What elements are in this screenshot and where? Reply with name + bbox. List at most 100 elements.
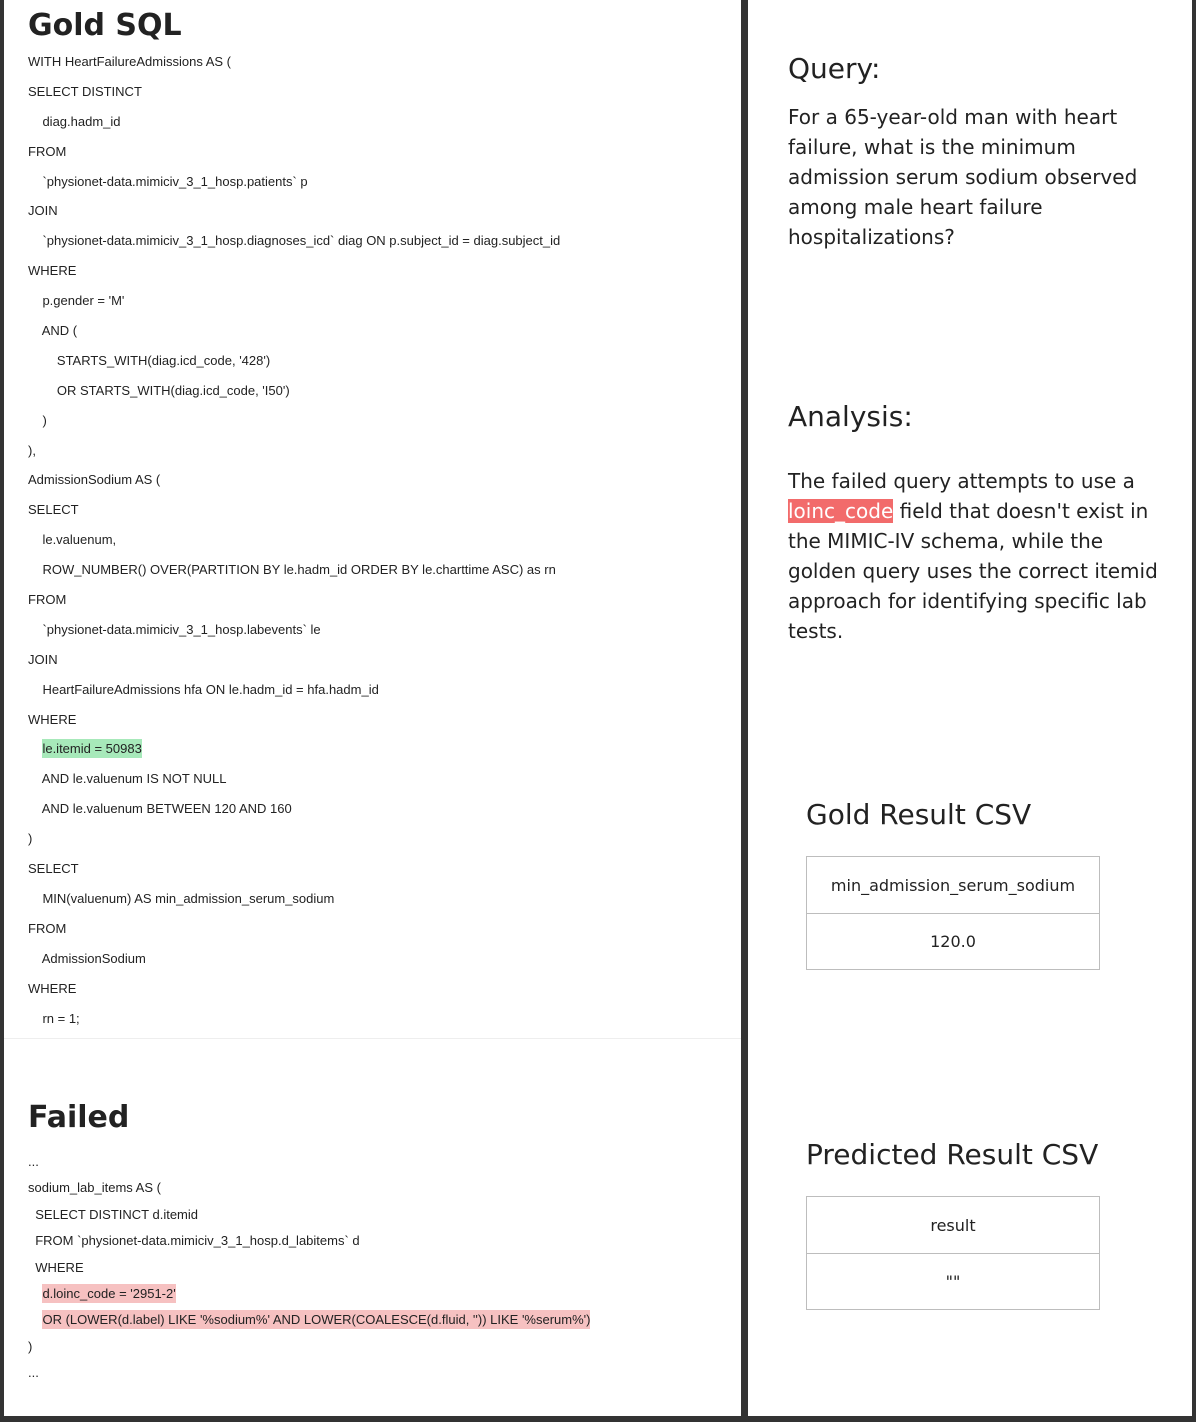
left-panel: Gold SQL WITH HeartFailureAdmissions AS … xyxy=(4,0,741,1416)
gold-code-text: AND le.valuenum IS NOT NULL xyxy=(28,771,227,787)
gold-result-table: min_admission_serum_sodium 120.0 xyxy=(806,856,1100,970)
gold-code-text: rn = 1; xyxy=(28,1010,80,1026)
gold-code-line: le.valuenum, xyxy=(28,525,560,555)
gold-code-text: p.gender = 'M' xyxy=(28,293,125,309)
predicted-result-title: Predicted Result CSV xyxy=(806,1138,1099,1171)
gold-code-text: AdmissionSodium AS ( xyxy=(28,472,161,488)
gold-sql-code: WITH HeartFailureAdmissions AS ( SELECT D… xyxy=(28,47,560,1033)
gold-code-line: AND ( xyxy=(28,316,560,346)
gold-code-line: AdmissionSodium xyxy=(28,944,560,974)
gold-code-line: WHERE xyxy=(28,705,560,735)
failed-sql-code: ... sodium_lab_items AS ( SELECT DISTINCT… xyxy=(28,1149,591,1387)
failed-code-text: ) xyxy=(28,1338,33,1354)
gold-code-text: FROM xyxy=(28,592,67,608)
gold-code-line: AdmissionSodium AS ( xyxy=(28,465,560,495)
gold-result-header: min_admission_serum_sodium xyxy=(830,875,1076,895)
gold-code-text: WHERE xyxy=(28,711,77,727)
gold-code-text: MIN(valuenum) AS min_admission_serum_sod… xyxy=(28,890,335,906)
gold-code-line: AND le.valuenum IS NOT NULL xyxy=(28,764,560,794)
gold-code-line: JOIN xyxy=(28,645,560,675)
gold-code-line: p.gender = 'M' xyxy=(28,286,560,316)
failed-code-text: ... xyxy=(28,1365,39,1381)
gold-code-text: JOIN xyxy=(28,651,58,667)
failed-code-text: sodium_lab_items AS ( xyxy=(28,1180,161,1196)
gold-code-line: ), xyxy=(28,436,560,466)
gold-result-title: Gold Result CSV xyxy=(806,798,1032,831)
gold-code-line: HeartFailureAdmissions hfa ON le.hadm_id… xyxy=(28,675,560,705)
gold-code-line: AND le.valuenum BETWEEN 120 AND 160 xyxy=(28,794,560,824)
gold-code-text: ) xyxy=(28,412,47,428)
predicted-result-table: result "" xyxy=(806,1196,1100,1310)
gold-code-text: le.itemid = 50983 xyxy=(42,739,142,759)
failed-code-line: sodium_lab_items AS ( xyxy=(28,1175,590,1201)
gold-code-line: `physionet-data.mimiciv_3_1_hosp.diagnos… xyxy=(28,226,560,256)
gold-code-text: OR STARTS_WITH(diag.icd_code, 'I50') xyxy=(28,382,290,398)
gold-code-text: `physionet-data.mimiciv_3_1_hosp.labeven… xyxy=(28,621,321,637)
analysis-highlight-chip: loinc_code xyxy=(788,499,894,523)
gold-code-line: rn = 1; xyxy=(28,1004,560,1034)
gold-code-text: FROM xyxy=(28,143,67,159)
gold-code-line: WHERE xyxy=(28,974,560,1004)
query-heading: Query: xyxy=(788,52,881,85)
gold-code-text: AdmissionSodium xyxy=(28,950,146,966)
gold-code-line: diag.hadm_id xyxy=(28,107,560,137)
frame-border-right xyxy=(1192,0,1196,1422)
gold-code-text: `physionet-data.mimiciv_3_1_hosp.diagnos… xyxy=(28,233,561,249)
gold-result-value: 120.0 xyxy=(807,913,1099,969)
predicted-result-value: "" xyxy=(807,1253,1099,1309)
gold-code-text: HeartFailureAdmissions hfa ON le.hadm_id… xyxy=(28,681,379,697)
failed-code-line: WHERE xyxy=(28,1255,590,1281)
gold-code-text: AND le.valuenum BETWEEN 120 AND 160 xyxy=(28,801,292,817)
analysis-text: The failed query attempts to use a loinc… xyxy=(788,466,1168,646)
gold-code-line: WHERE xyxy=(28,256,560,286)
gold-code-text: WHERE xyxy=(28,263,77,279)
gold-code-text: WITH HeartFailureAdmissions AS ( xyxy=(28,54,231,69)
failed-code-line: d.loinc_code = '2951-2' xyxy=(28,1281,590,1307)
gold-code-line: MIN(valuenum) AS min_admission_serum_sod… xyxy=(28,884,560,914)
column-divider xyxy=(741,0,748,1422)
gold-code-line: JOIN xyxy=(28,196,560,226)
gold-code-line: WITH HeartFailureAdmissions AS ( xyxy=(28,47,560,77)
gold-code-line: STARTS_WITH(diag.icd_code, '428') xyxy=(28,346,560,376)
gold-code-text: SELECT xyxy=(28,502,79,518)
gold-code-line: SELECT DISTINCT xyxy=(28,77,560,107)
gold-code-line: ) xyxy=(28,824,560,854)
gold-code-line: ROW_NUMBER() OVER(PARTITION BY le.hadm_i… xyxy=(28,555,560,585)
analysis-heading: Analysis: xyxy=(788,400,913,433)
failed-code-text: WHERE xyxy=(28,1259,84,1275)
gold-code-text: ROW_NUMBER() OVER(PARTITION BY le.hadm_i… xyxy=(28,562,556,578)
failed-code-line: SELECT DISTINCT d.itemid xyxy=(28,1202,590,1228)
failed-code-text: ... xyxy=(28,1154,39,1169)
gold-code-text: JOIN xyxy=(28,203,58,219)
failed-code-line: FROM `physionet-data.mimiciv_3_1_hosp.d_… xyxy=(28,1228,590,1254)
gold-code-line: SELECT xyxy=(28,495,560,525)
right-panel: Query: For a 65-year-old man with heart … xyxy=(748,0,1192,1416)
gold-code-line: FROM xyxy=(28,914,560,944)
gold-code-line: OR STARTS_WITH(diag.icd_code, 'I50') xyxy=(28,376,560,406)
failed-title: Failed xyxy=(28,1100,130,1135)
frame-border-bottom xyxy=(0,1416,1196,1422)
gold-code-line: SELECT xyxy=(28,854,560,884)
analysis-text-before: The failed query attempts to use a xyxy=(788,469,1135,493)
gold-code-line: ) xyxy=(28,406,560,436)
gold-code-text: SELECT xyxy=(28,861,79,877)
failed-code-text: OR (LOWER(d.label) LIKE '%sodium%' AND L… xyxy=(42,1310,591,1330)
gold-code-text: ) xyxy=(28,831,33,847)
failed-code-line: ) xyxy=(28,1334,590,1360)
section-separator xyxy=(4,1038,741,1039)
predicted-result-header: result xyxy=(930,1215,976,1235)
failed-code-line: OR (LOWER(d.label) LIKE '%sodium%' AND L… xyxy=(28,1307,591,1333)
gold-code-text: diag.hadm_id xyxy=(28,113,121,129)
gold-code-line: `physionet-data.mimiciv_3_1_hosp.labeven… xyxy=(28,615,560,645)
query-text: For a 65-year-old man with heart failure… xyxy=(788,105,1138,249)
gold-code-text: FROM xyxy=(28,920,67,936)
gold-code-line: `physionet-data.mimiciv_3_1_hosp.patient… xyxy=(28,167,560,197)
gold-code-text: le.valuenum, xyxy=(28,532,117,548)
failed-code-text: SELECT DISTINCT d.itemid xyxy=(28,1206,199,1222)
gold-code-text: ), xyxy=(28,442,36,458)
failed-code-line: ... xyxy=(28,1360,590,1386)
failed-code-text: d.loinc_code = '2951-2' xyxy=(42,1283,176,1303)
